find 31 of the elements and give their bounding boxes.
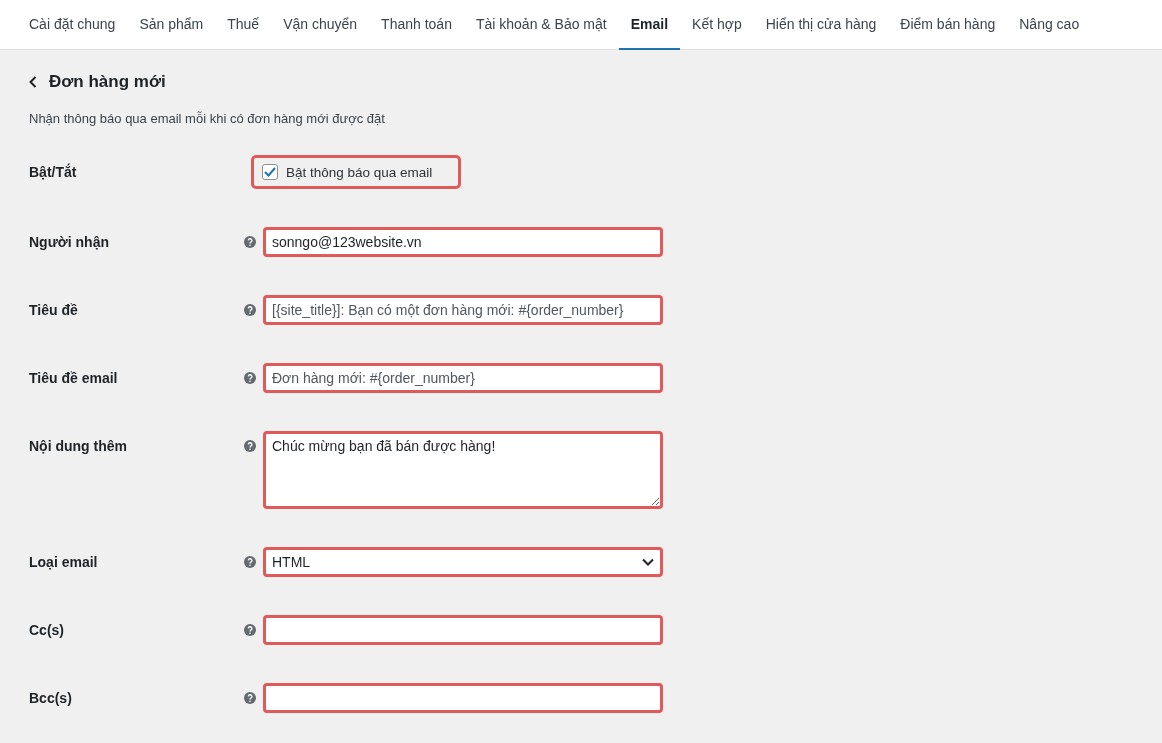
checkbox[interactable] [262, 164, 278, 180]
field-label: Tiêu đề [29, 301, 79, 320]
checkbox-label[interactable]: Bật thông báo qua email [251, 155, 462, 189]
tab[interactable]: Email [618, 0, 681, 50]
text-field[interactable] [263, 615, 663, 645]
text-field[interactable]: [{site_title}]: Bạn có một đơn hàng mới: #{order_number} [263, 295, 663, 325]
tab[interactable]: Vận chuyển [271, 0, 370, 50]
field-label: Tiêu đề email [29, 369, 119, 388]
field-label: Cc(s) [29, 621, 65, 640]
tab[interactable]: Thanh toán [369, 0, 464, 50]
text-field[interactable]: sonngo@123website.vn [263, 227, 663, 257]
text-field[interactable] [263, 683, 663, 713]
text-field[interactable]: Đơn hàng mới: #{order_number} [263, 363, 663, 393]
field-label: Nội dung thêm [29, 437, 128, 456]
tab[interactable]: Kết hợp [680, 0, 754, 50]
tab[interactable]: Sản phẩm [127, 0, 216, 50]
field-label: Bcc(s) [29, 689, 73, 708]
tab[interactable]: Nâng cao [1007, 0, 1092, 50]
tab[interactable]: Tài khoản & Bảo mật [463, 0, 619, 50]
page-description: Nhận thông báo qua email mỗi khi có đơn hàng mới được đặt [29, 110, 386, 128]
chevron-down-icon [642, 558, 654, 566]
textarea-field[interactable]: Chúc mừng bạn đã bán được hàng! [263, 431, 663, 509]
tab[interactable]: Thuế [215, 0, 272, 50]
tab[interactable]: Hiển thị cửa hàng [753, 0, 889, 50]
tab[interactable]: Cài đặt chung [17, 0, 128, 50]
page-title: Đơn hàng mới [49, 72, 166, 92]
field-label: Loại email [29, 553, 99, 572]
field-label: Bật/Tắt [29, 162, 78, 182]
tab[interactable]: Điểm bán hàng [888, 0, 1008, 50]
email-type-dropdown[interactable]: HTML [263, 547, 663, 577]
field-label: Người nhận [29, 233, 110, 252]
